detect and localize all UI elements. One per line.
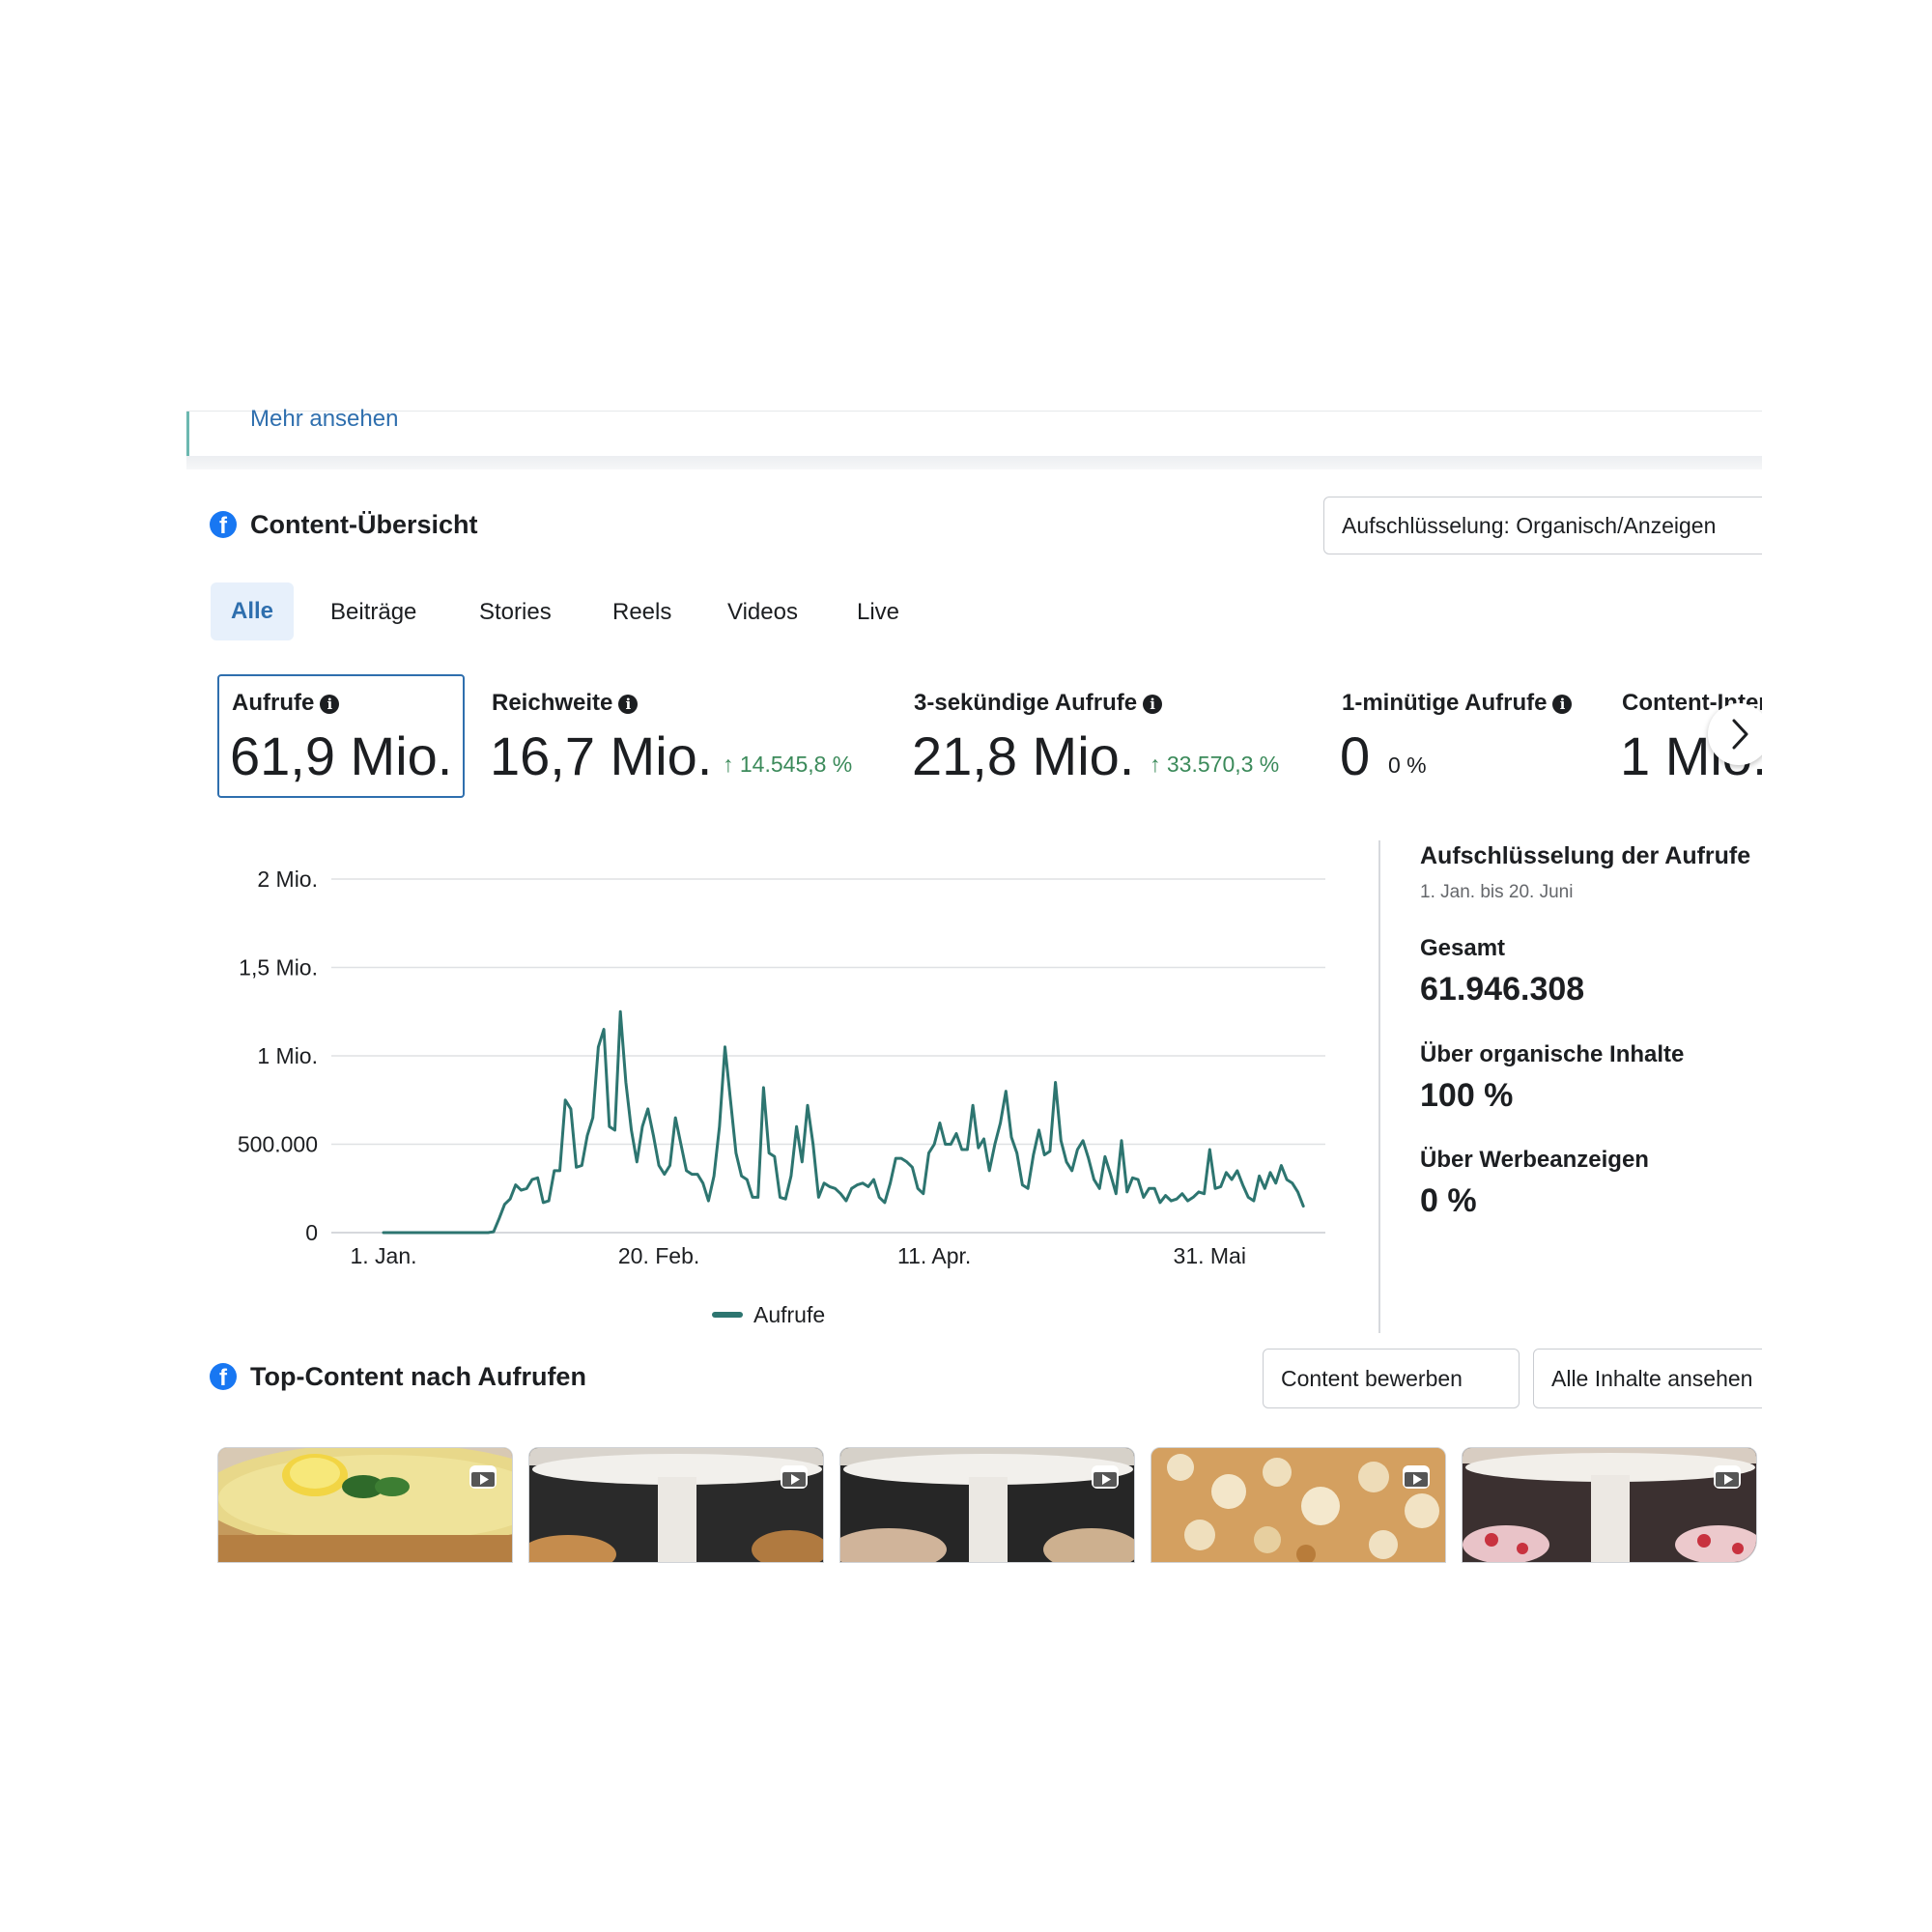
breakdown-organic-ads-button[interactable]: Aufschlüsselung: Organisch/Anzeigen: [1323, 497, 1762, 554]
section-title-content-overview: Content-Übersicht: [250, 510, 478, 539]
metric-value-reach[interactable]: 16,7 Mio.: [490, 724, 712, 787]
breakdown-organic-value: 100 %: [1420, 1077, 1514, 1114]
section-title-top-content: Top-Content nach Aufrufen: [250, 1362, 586, 1391]
y-tick-label: 500.000: [238, 1132, 318, 1157]
breakdown-total-value: 61.946.308: [1420, 971, 1585, 1008]
metric-delta-3s-views: ↑ 33.570,3 %: [1150, 752, 1280, 777]
tab-videos[interactable]: Videos: [727, 599, 798, 626]
top-content-thumbnail-1[interactable]: [217, 1447, 513, 1563]
top-content-thumbnail-2[interactable]: [528, 1447, 824, 1563]
breakdown-organic-label: Über organische Inhalte: [1420, 1041, 1685, 1067]
view-all-button-label: Alle Inhalte ansehen: [1551, 1365, 1753, 1391]
vertical-divider: [1378, 840, 1380, 1333]
legend-label: Aufrufe: [753, 1302, 825, 1327]
breakdown-ads-value: 0 %: [1420, 1182, 1477, 1219]
reel-icon: [469, 1465, 497, 1489]
info-icon[interactable]: i: [320, 695, 340, 714]
y-tick-label: 0: [305, 1220, 318, 1245]
x-tick-label: 11. Apr.: [897, 1243, 971, 1268]
breakdown-button-label: Aufschlüsselung: Organisch/Anzeigen: [1342, 512, 1717, 538]
promote-content-button[interactable]: Content bewerben: [1263, 1349, 1520, 1408]
chevron-right-icon: [1732, 719, 1748, 750]
previous-card: [186, 411, 1762, 456]
info-icon[interactable]: i: [1143, 695, 1163, 714]
reel-icon: [1092, 1465, 1119, 1489]
breakdown-ads-label: Über Werbeanzeigen: [1420, 1147, 1649, 1173]
metric-delta-reach: ↑ 14.545,8 %: [723, 752, 853, 777]
top-content-thumbnail-5[interactable]: [1462, 1447, 1757, 1563]
breakdown-date-range: 1. Jan. bis 20. Juni: [1420, 882, 1574, 902]
promote-button-label: Content bewerben: [1281, 1365, 1463, 1391]
metric-value-1min-views[interactable]: 0: [1340, 724, 1370, 787]
metric-label-1min-views: 1-minütige Aufrufe i: [1342, 690, 1573, 717]
metric-value-3s-views[interactable]: 21,8 Mio.: [912, 724, 1134, 787]
reel-icon: [1403, 1465, 1430, 1489]
top-content-thumbnail-3[interactable]: [839, 1447, 1135, 1563]
top-content-thumbnail-4[interactable]: [1151, 1447, 1446, 1563]
tab-reels[interactable]: Reels: [612, 599, 671, 626]
section-separator: [186, 456, 1762, 469]
views-line-chart: 0 500.000 1 Mio. 1,5 Mio. 2 Mio. 1. Jan. 20. F…: [238, 867, 1325, 1327]
metric-delta-1min-views: 0 %: [1388, 753, 1427, 778]
y-tick-label: 1 Mio.: [257, 1043, 318, 1068]
info-icon[interactable]: i: [1552, 695, 1573, 714]
card-accent: [186, 412, 189, 456]
x-tick-label: 1. Jan.: [350, 1243, 416, 1268]
arrow-up-icon: ↑: [723, 752, 740, 777]
see-more-link[interactable]: Mehr ansehen: [250, 406, 398, 433]
tab-beitraege[interactable]: Beiträge: [330, 599, 416, 626]
facebook-icon: f: [210, 511, 237, 538]
metric-label-3s-views: 3-sekündige Aufrufe i: [914, 690, 1163, 717]
tab-alle[interactable]: Alle: [211, 582, 294, 640]
breakdown-total-label: Gesamt: [1420, 935, 1506, 961]
tab-stories[interactable]: Stories: [479, 599, 552, 626]
metrics-scroll-next-button[interactable]: [1708, 703, 1762, 765]
breakdown-title: Aufschlüsselung der Aufrufe: [1420, 842, 1751, 869]
viewport: Mehr ansehen f Content-Übersicht Aufschl…: [0, 0, 1762, 1932]
metric-label-reach: Reichweite i: [492, 690, 639, 717]
reel-icon: [1714, 1465, 1741, 1489]
reel-icon: [781, 1465, 808, 1489]
metric-value-views: 61,9 Mio.: [230, 725, 453, 786]
y-tick-label: 1,5 Mio.: [239, 955, 318, 980]
y-tick-label: 2 Mio.: [257, 867, 318, 892]
tab-live[interactable]: Live: [857, 599, 899, 626]
x-tick-label: 31. Mai: [1174, 1243, 1246, 1268]
x-tick-label: 20. Feb.: [618, 1243, 699, 1268]
arrow-up-icon: ↑: [1150, 752, 1167, 777]
view-all-content-button[interactable]: Alle Inhalte ansehen: [1533, 1349, 1762, 1408]
facebook-icon: f: [210, 1363, 237, 1390]
series-line-aufrufe: [382, 1009, 1305, 1235]
metric-label-views: Aufrufe i: [232, 690, 340, 717]
info-icon[interactable]: i: [618, 695, 639, 714]
